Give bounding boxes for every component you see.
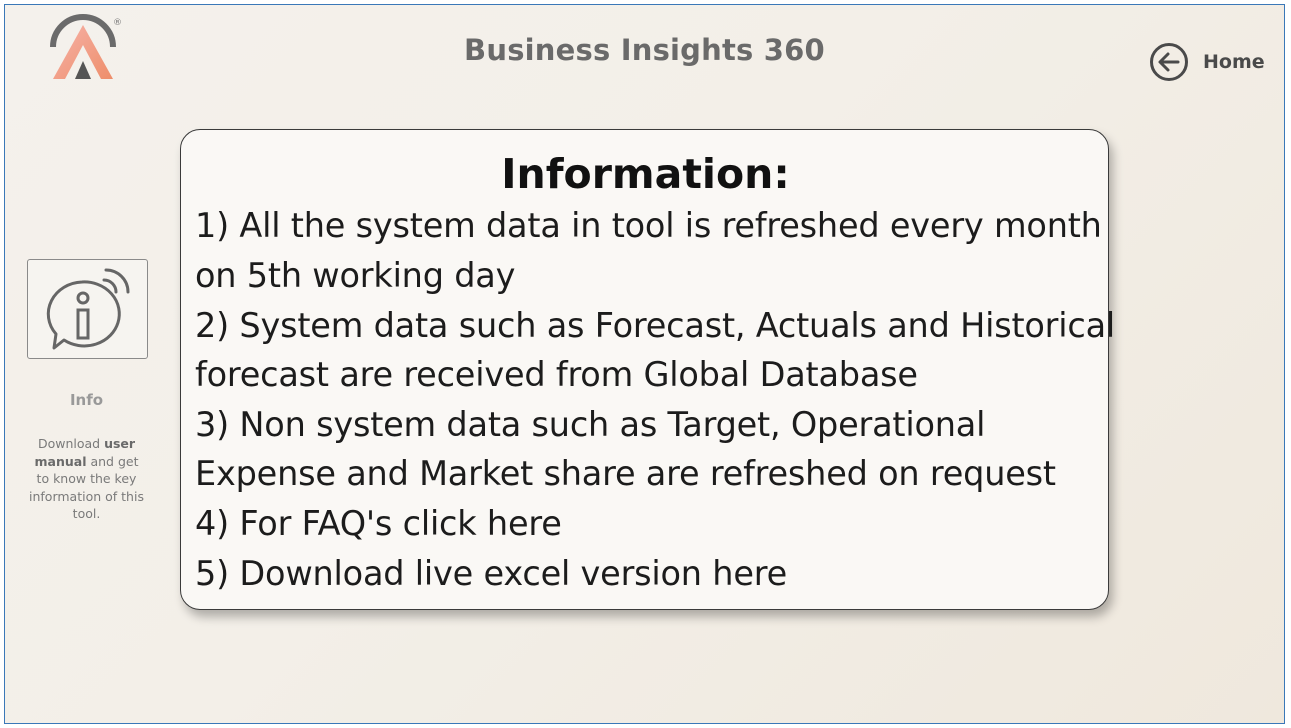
info-line-1-cont: on 5th working day xyxy=(195,256,516,295)
info-chat-icon xyxy=(46,268,130,350)
card-title: Information: xyxy=(501,150,790,198)
desc-text-1: Download xyxy=(37,436,105,451)
home-label: Home xyxy=(1203,51,1265,73)
info-line-3: 3) Non system data such as Target, Opera… xyxy=(195,405,986,444)
information-card: Information: 1) All the system data in t… xyxy=(180,129,1115,610)
info-line-1: 1) All the system data in tool is refres… xyxy=(195,206,1102,245)
page-title: Business Insights 360 xyxy=(464,33,825,67)
home-button[interactable]: Home xyxy=(1149,41,1265,83)
back-arrow-circle-icon xyxy=(1150,43,1188,81)
info-line-2: 2) System data such as Forecast, Actuals… xyxy=(195,306,1116,345)
info-line-3-cont: Expense and Market share are refreshed o… xyxy=(195,454,1056,493)
info-line-2-cont: forecast are received from Global Databa… xyxy=(195,355,918,394)
app-frame: ® Business Insights 360 Home Info Downlo… xyxy=(4,4,1285,724)
registered-mark: ® xyxy=(113,18,122,28)
info-button[interactable] xyxy=(27,259,148,359)
info-label: Info xyxy=(69,391,104,409)
excel-download-link[interactable]: 5) Download live excel version here xyxy=(195,554,787,593)
faq-link[interactable]: 4) For FAQ's click here xyxy=(195,504,562,543)
info-description: Download user manual and get to know the… xyxy=(27,435,146,523)
